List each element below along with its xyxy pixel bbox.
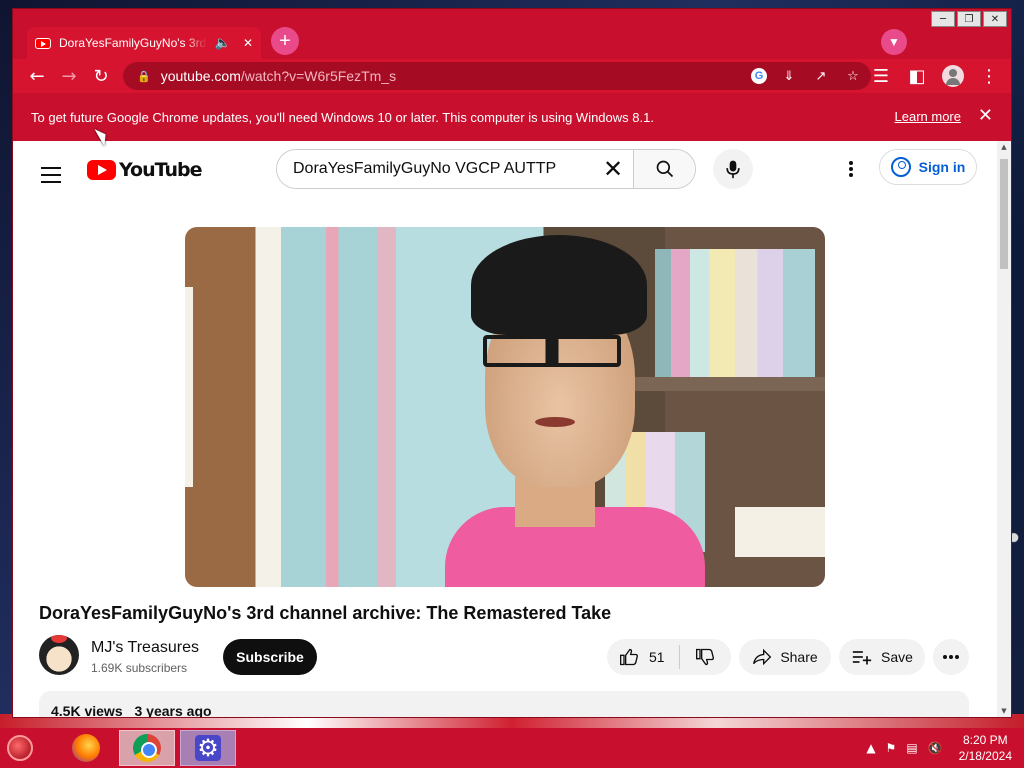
taskbar: ⚙ ▲ ⚑ ▤ 🔇 8:20 PM 2/18/2024 xyxy=(0,728,1024,768)
tab-title: DoraYesFamilyGuyNo's 3rd channel archive… xyxy=(59,36,207,50)
side-panel-icon[interactable]: ◧ xyxy=(901,60,933,92)
like-count: 51 xyxy=(649,649,665,665)
description-box[interactable]: 4.5K views 3 years ago xyxy=(39,691,969,717)
clock-time: 8:20 PM xyxy=(962,733,1008,747)
search-bar: ✕ xyxy=(276,149,696,189)
bookmark-star-icon[interactable]: ☆ xyxy=(843,66,863,86)
system-tray: ▲ ⚑ ▤ 🔇 8:20 PM 2/18/2024 xyxy=(866,728,1024,768)
taskbar-firefox[interactable] xyxy=(58,730,114,766)
channel-name[interactable]: MJ's Treasures xyxy=(91,639,199,657)
profile-avatar-icon xyxy=(942,65,964,87)
start-orb-icon xyxy=(7,735,33,761)
voice-search-button[interactable] xyxy=(713,149,753,189)
thumbs-up-icon xyxy=(620,648,639,666)
window-controls: ─ ❐ ✕ xyxy=(931,11,1007,27)
settings-icon: ⚙ xyxy=(195,734,221,762)
show-hidden-icons-icon[interactable]: ▲ xyxy=(866,741,875,755)
share-page-icon[interactable]: ↗ xyxy=(811,66,831,86)
infobar-message: To get future Google Chrome updates, you… xyxy=(31,109,654,125)
firefox-icon xyxy=(72,734,100,762)
action-center-flag-icon[interactable]: ⚑ xyxy=(886,741,897,755)
tab-close-icon[interactable]: ✕ xyxy=(243,36,253,50)
more-actions-button[interactable] xyxy=(933,639,969,675)
search-button[interactable] xyxy=(633,150,695,188)
subscriber-count: 1.69K subscribers xyxy=(91,661,188,675)
tab-youtube[interactable]: DoraYesFamilyGuyNo's 3rd channel archive… xyxy=(27,27,261,59)
scroll-up-arrow-icon[interactable]: ▲ xyxy=(999,143,1009,151)
account-icon xyxy=(890,157,911,177)
update-infobar: To get future Google Chrome updates, you… xyxy=(13,93,1011,141)
youtube-play-icon xyxy=(87,160,116,180)
chrome-menu-icon[interactable]: ⋮ xyxy=(973,60,1005,92)
infobar-close-icon[interactable]: ✕ xyxy=(978,105,993,126)
start-button[interactable] xyxy=(0,728,40,768)
sign-in-button[interactable]: Sign in xyxy=(879,149,977,185)
share-button[interactable]: Share xyxy=(739,639,831,675)
youtube-logo-text: YouTube xyxy=(119,159,202,181)
chrome-window: DoraYesFamilyGuyNo's 3rd channel archive… xyxy=(12,8,1012,718)
toolbar-right: ☰ ◧ ⋮ xyxy=(865,60,1005,92)
install-app-icon[interactable]: ⇓ xyxy=(779,66,799,86)
minimize-button[interactable]: ─ xyxy=(931,11,955,27)
video-player[interactable] xyxy=(185,227,825,587)
new-tab-button[interactable]: + xyxy=(271,27,299,55)
save-label: Save xyxy=(881,649,913,665)
back-button[interactable]: ← xyxy=(21,60,53,92)
glasses xyxy=(483,335,621,367)
profile-button[interactable] xyxy=(937,60,969,92)
clock-date: 2/18/2024 xyxy=(958,749,1012,763)
volume-muted-icon[interactable]: 🔇 xyxy=(928,741,943,755)
taskbar-chrome[interactable] xyxy=(119,730,175,766)
learn-more-link[interactable]: Learn more xyxy=(895,109,961,124)
close-window-button[interactable]: ✕ xyxy=(983,11,1007,27)
clock[interactable]: 8:20 PM 2/18/2024 xyxy=(959,732,1012,764)
clear-search-icon[interactable]: ✕ xyxy=(593,150,633,188)
scroll-thumb[interactable] xyxy=(1000,159,1008,269)
sign-in-label: Sign in xyxy=(918,159,966,175)
speaker-icon[interactable]: 🔈 xyxy=(215,35,231,51)
page-scrollbar[interactable]: ▲ ▼ xyxy=(997,141,1011,717)
video-title: DoraYesFamilyGuyNo's 3rd channel archive… xyxy=(39,603,612,623)
chrome-icon xyxy=(133,734,161,762)
url-text: youtube.com/watch?v=W6r5FezTm_s xyxy=(160,68,397,84)
tab-search-button[interactable]: ▼ xyxy=(881,29,907,55)
guide-menu-icon[interactable] xyxy=(41,167,61,183)
playlist-add-icon xyxy=(852,651,872,665)
more-horizontal-icon xyxy=(943,655,959,659)
like-button[interactable]: 51 xyxy=(607,639,679,675)
network-icon[interactable]: ▤ xyxy=(906,741,917,755)
save-button[interactable]: Save xyxy=(839,639,925,675)
forward-button[interactable]: → xyxy=(53,60,85,92)
restore-button[interactable]: ❐ xyxy=(957,11,981,27)
youtube-page: YouTube ✕ Sign in xyxy=(13,141,999,717)
lock-icon[interactable]: 🔒 xyxy=(137,70,151,83)
thumbs-down-icon xyxy=(696,648,715,666)
channel-avatar[interactable] xyxy=(39,635,79,675)
browser-toolbar: ← → ↻ 🔒 youtube.com/watch?v=W6r5FezTm_s … xyxy=(13,59,1011,93)
youtube-logo[interactable]: YouTube xyxy=(87,159,202,181)
like-dislike-group: 51 xyxy=(607,639,731,675)
view-count: 4.5K views xyxy=(51,703,123,717)
share-label: Share xyxy=(780,649,818,665)
reload-button[interactable]: ↻ xyxy=(85,60,117,92)
settings-menu-icon[interactable] xyxy=(841,159,861,179)
reading-list-icon[interactable]: ☰ xyxy=(865,60,897,92)
share-icon xyxy=(753,648,772,666)
title-bar: DoraYesFamilyGuyNo's 3rd channel archive… xyxy=(13,9,1011,59)
scroll-down-arrow-icon[interactable]: ▼ xyxy=(999,707,1009,715)
search-input[interactable] xyxy=(277,150,593,188)
upload-age: 3 years ago xyxy=(134,703,212,717)
microphone-icon xyxy=(726,160,740,179)
subscribe-button[interactable]: Subscribe xyxy=(223,639,317,675)
youtube-favicon-icon xyxy=(35,37,51,49)
google-lens-icon[interactable]: G xyxy=(751,68,767,84)
search-icon xyxy=(656,160,673,178)
omnibox-actions: G ⇓ ↗ ☆ xyxy=(751,66,863,86)
taskbar-settings[interactable]: ⚙ xyxy=(180,730,236,766)
address-bar[interactable]: 🔒 youtube.com/watch?v=W6r5FezTm_s G ⇓ ↗ … xyxy=(123,62,871,90)
dislike-button[interactable] xyxy=(680,639,730,675)
